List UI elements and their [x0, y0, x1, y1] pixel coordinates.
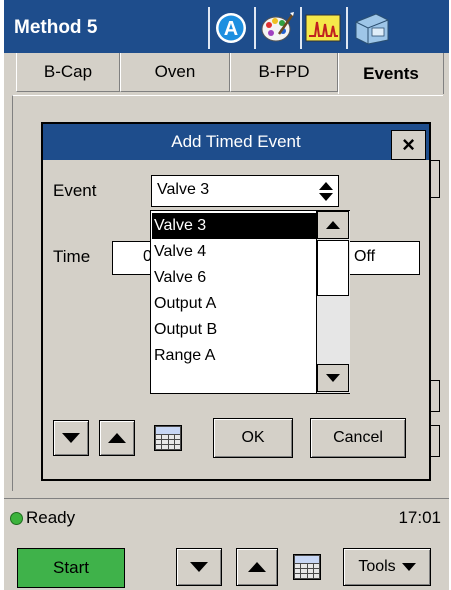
app-title: Method 5 [14, 17, 98, 38]
tab-b-cap[interactable]: B-Cap [16, 53, 120, 92]
arrow-down-icon [62, 433, 80, 443]
tab-b-fpd[interactable]: B-FPD [230, 53, 338, 92]
calculator-icon [293, 554, 321, 580]
tab-strip: B-Cap Oven B-FPD Events [16, 53, 449, 94]
tab-label: Oven [154, 62, 196, 81]
dialog-title-bar: Add Timed Event × [43, 124, 429, 160]
close-button[interactable]: × [391, 130, 426, 160]
arrow-up-icon [248, 562, 266, 572]
palette-icon[interactable] [254, 7, 298, 49]
add-timed-event-dialog: Add Timed Event × Event Valve 3 Time 0 O… [41, 122, 431, 481]
ok-button[interactable]: OK [213, 418, 293, 458]
time-label: Time [53, 247, 91, 266]
list-item-output-a[interactable]: Output A [152, 291, 316, 317]
list-item-range-a[interactable]: Range A [152, 343, 316, 369]
list-item-valve-3[interactable]: Valve 3 [152, 213, 316, 239]
status-bar: Ready 17:01 [4, 498, 449, 537]
tab-label: Events [363, 63, 419, 83]
calculator-icon [154, 425, 182, 451]
cancel-button[interactable]: Cancel [310, 418, 406, 458]
clock: 17:01 [398, 508, 441, 527]
a-circle-icon[interactable]: A [208, 7, 252, 49]
move-down-button[interactable] [53, 420, 89, 456]
spin-arrows-icon[interactable] [317, 179, 335, 203]
state-select[interactable]: Off [346, 241, 420, 275]
list-item-valve-6[interactable]: Valve 6 [152, 265, 316, 291]
move-down-button[interactable] [176, 548, 222, 586]
ok-button-label: OK [241, 429, 265, 446]
event-select-value: Valve 3 [157, 181, 210, 198]
list-scrollbar[interactable] [316, 211, 350, 393]
status-text: Ready [26, 508, 76, 527]
dialog-title: Add Timed Event [171, 132, 301, 151]
tools-menu-button[interactable]: Tools [343, 548, 431, 586]
bottom-toolbar: Start Tools [4, 538, 449, 590]
state-select-value: Off [354, 248, 376, 265]
title-bar: Method 5 A [4, 0, 449, 53]
event-select[interactable]: Valve 3 [151, 175, 339, 207]
move-up-button[interactable] [99, 420, 135, 456]
arrow-down-icon [190, 562, 208, 572]
chevron-down-icon [401, 563, 416, 571]
arrow-down-icon [326, 374, 340, 382]
tab-label: B-FPD [258, 62, 310, 81]
calculator-button[interactable] [148, 420, 188, 456]
start-button-label: Start [53, 558, 89, 577]
tools-label: Tools [358, 558, 396, 575]
tab-oven[interactable]: Oven [120, 53, 230, 92]
list-item-output-b[interactable]: Output B [152, 317, 316, 343]
scroll-thumb[interactable] [317, 240, 349, 296]
device-screen: Method 5 A B-Cap Oven B-FPD Events Add T… [4, 0, 449, 590]
move-up-button[interactable] [236, 548, 278, 586]
event-label: Event [53, 181, 97, 200]
svg-text:A: A [224, 18, 238, 40]
arrow-up-icon [108, 433, 126, 443]
status-indicator-icon [10, 512, 23, 525]
arrow-up-icon [326, 221, 340, 229]
instrument-icon[interactable] [346, 7, 447, 49]
list-item-valve-4[interactable]: Valve 4 [152, 239, 316, 265]
tab-label: B-Cap [43, 62, 93, 81]
tab-events[interactable]: Events [338, 53, 444, 94]
scroll-up-button[interactable] [317, 211, 349, 239]
event-dropdown-list[interactable]: Valve 3 Valve 4 Valve 6 Output A Output … [150, 210, 350, 394]
signal-chart-icon[interactable] [300, 7, 344, 49]
cancel-button-label: Cancel [333, 429, 383, 446]
calculator-button[interactable] [286, 548, 328, 586]
close-icon: × [402, 132, 415, 157]
scroll-down-button[interactable] [317, 364, 349, 392]
start-button[interactable]: Start [17, 548, 125, 588]
